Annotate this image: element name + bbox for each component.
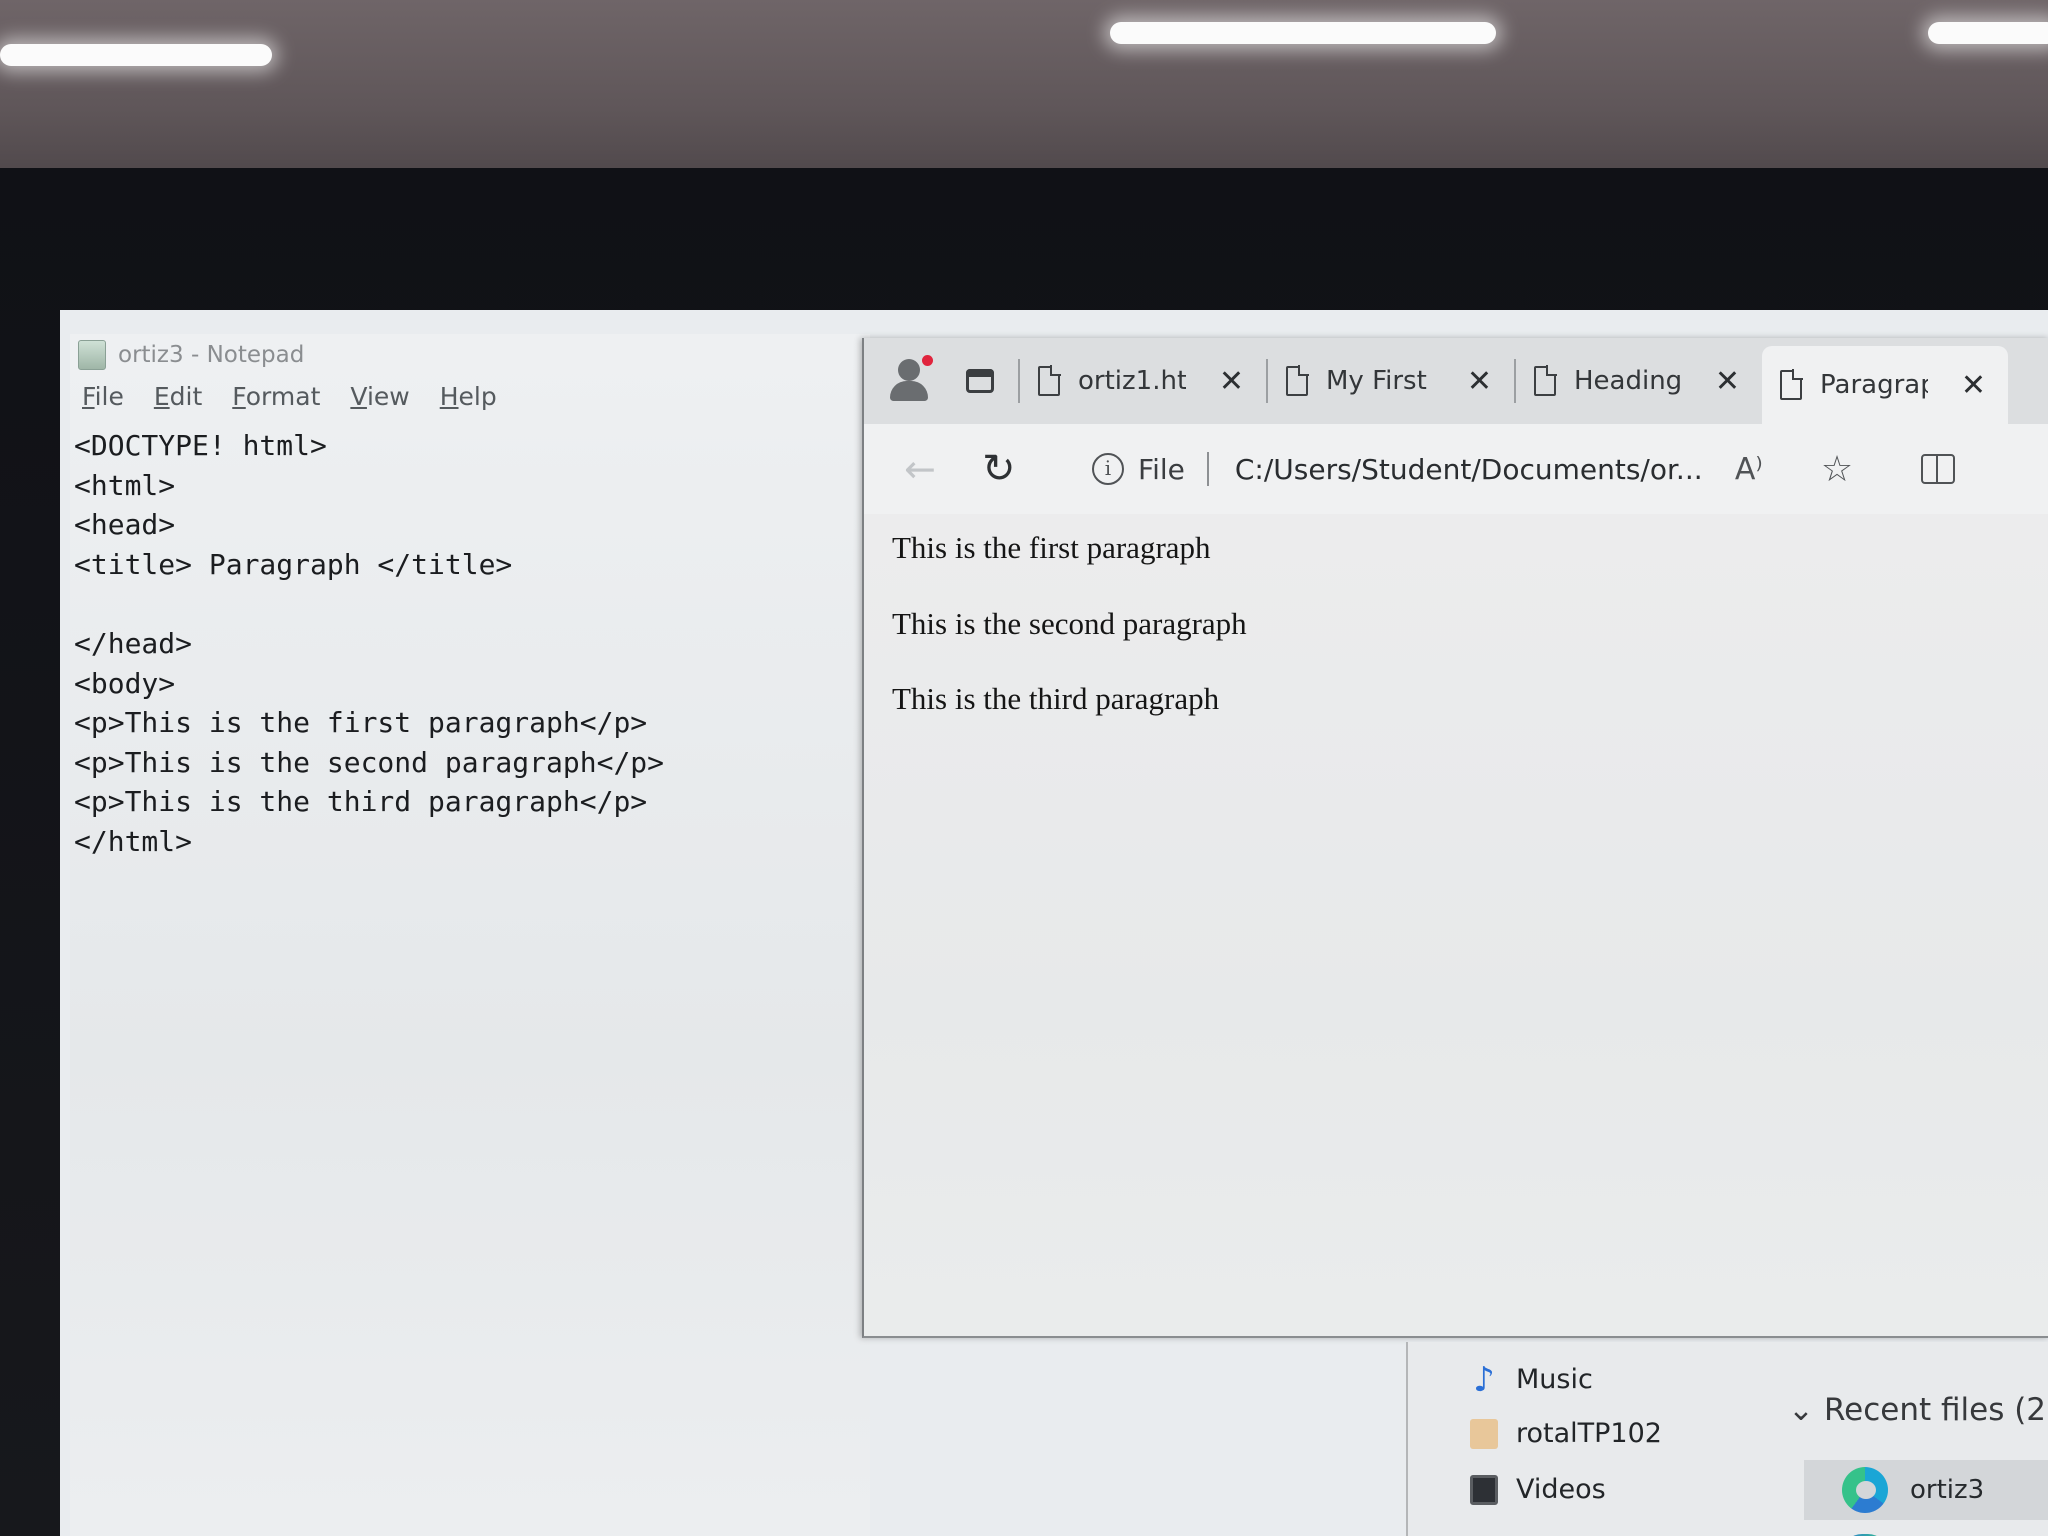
page-paragraph: This is the first paragraph	[892, 530, 1211, 565]
read-aloud-icon[interactable]: A⁾	[1735, 452, 1775, 487]
close-icon[interactable]: ✕	[1219, 364, 1244, 399]
document-icon	[1038, 365, 1061, 396]
code-line: <DOCTYPE! html>	[74, 429, 327, 462]
address-bar[interactable]: C:/Users/Student/Documents/or...	[1235, 453, 1715, 486]
code-line: </head>	[74, 626, 193, 660]
nav-item-label: Music	[1516, 1364, 1593, 1395]
menu-help[interactable]: Help	[440, 382, 497, 422]
favorite-star-icon[interactable]: ☆	[1821, 449, 1861, 490]
menu-format[interactable]: Format	[232, 382, 320, 422]
tab-my-first[interactable]: My First ✕	[1268, 346, 1514, 416]
video-icon	[1470, 1474, 1498, 1505]
page-paragraph: This is the second paragraph	[892, 606, 1247, 641]
recent-files-title: Recent files (20	[1823, 1392, 2048, 1428]
recent-file-row[interactable]: ortiz3	[1804, 1460, 2048, 1520]
edge-file-icon	[1842, 1467, 1888, 1513]
code-line: <html>	[74, 468, 176, 502]
close-icon[interactable]: ✕	[1961, 368, 1986, 403]
info-icon[interactable]: i	[1092, 453, 1124, 485]
profile-icon	[898, 359, 920, 381]
profile-button[interactable]	[884, 353, 940, 409]
document-icon	[1780, 369, 1803, 400]
tab-ortiz1[interactable]: ortiz1.htm ✕	[1020, 346, 1266, 416]
tab-heading[interactable]: Heading ✕	[1516, 346, 1762, 416]
close-icon[interactable]: ✕	[1715, 364, 1740, 399]
tab-title: Heading	[1574, 366, 1682, 396]
page-paragraph: This is the third paragraph	[892, 681, 1220, 716]
nav-item-label: rotalTP102	[1516, 1418, 1662, 1449]
code-line: <p>This is the second paragraph</p>	[74, 745, 665, 779]
notification-dot	[922, 355, 933, 366]
menu-edit[interactable]: Edit	[154, 382, 202, 422]
nav-item-folder[interactable]: rotalTP102	[1470, 1418, 1662, 1449]
browser-toolbar: ← ↻ i File C:/Users/Student/Documents/or…	[864, 424, 2048, 514]
split-screen-icon[interactable]	[1920, 454, 1955, 484]
monitor-screen: ortiz3 - Notepad File Edit Format View H…	[60, 310, 2048, 1536]
tab-title: Paragrap	[1820, 370, 1928, 400]
document-icon	[1534, 365, 1557, 396]
ceiling-light-center	[1110, 22, 1496, 44]
refresh-icon[interactable]: ↻	[982, 446, 1026, 492]
code-line: <p>This is the first paragraph</p>	[74, 706, 648, 740]
tab-title: My First	[1326, 366, 1427, 396]
folder-icon	[1470, 1418, 1498, 1449]
recent-files-header[interactable]: ⌄ Recent files (20	[1788, 1392, 2048, 1428]
close-icon[interactable]: ✕	[1467, 364, 1492, 399]
code-line: <p>This is the third paragraph</p>	[74, 785, 648, 819]
code-line: <head>	[74, 508, 176, 542]
chevron-down-icon: ⌄	[1788, 1392, 1814, 1428]
page-viewport: This is the first paragraph This is the …	[864, 514, 2048, 1336]
back-arrow-icon[interactable]: ←	[904, 447, 948, 491]
code-line: <body>	[74, 666, 176, 700]
tab-paragraph[interactable]: Paragrap ✕	[1762, 346, 2008, 424]
tab-strip: ortiz1.htm ✕ My First ✕ Heading ✕ Paragr…	[864, 338, 2048, 424]
nav-item-label: Videos	[1516, 1474, 1606, 1505]
nav-item-music[interactable]: ♪ Music	[1470, 1359, 1593, 1400]
ceiling-light-left	[0, 44, 272, 66]
notepad-window: ortiz3 - Notepad File Edit Format View H…	[70, 334, 870, 1536]
code-line: </html>	[74, 824, 193, 858]
profile-icon-body	[890, 381, 928, 401]
tab-actions-icon[interactable]	[962, 361, 1002, 401]
code-line: <title> Paragraph </title>	[74, 547, 513, 581]
file-explorer-window: ♪ Music rotalTP102 Videos ⌄ Recent files…	[1406, 1342, 2048, 1536]
recent-file-name: ortiz3	[1910, 1475, 1985, 1505]
address-divider	[1206, 452, 1209, 486]
site-scheme-label[interactable]: File	[1138, 453, 1185, 486]
music-icon: ♪	[1473, 1359, 1495, 1400]
notepad-titlebar[interactable]: ortiz3 - Notepad	[70, 334, 870, 376]
notepad-title: ortiz3 - Notepad	[118, 342, 305, 368]
menu-view[interactable]: View	[350, 382, 409, 422]
document-icon	[1286, 365, 1309, 396]
ceiling-light-right	[1928, 22, 2048, 44]
menu-file[interactable]: File	[82, 382, 124, 422]
notepad-text-area[interactable]: <DOCTYPE! html> <html> <head> <title> Pa…	[74, 426, 864, 862]
notepad-app-icon	[78, 340, 106, 370]
tab-title: ortiz1.htm	[1078, 366, 1186, 396]
notepad-menubar: File Edit Format View Help	[70, 382, 497, 422]
nav-item-videos[interactable]: Videos	[1470, 1474, 1606, 1505]
browser-window: ortiz1.htm ✕ My First ✕ Heading ✕ Paragr…	[862, 338, 2048, 1338]
